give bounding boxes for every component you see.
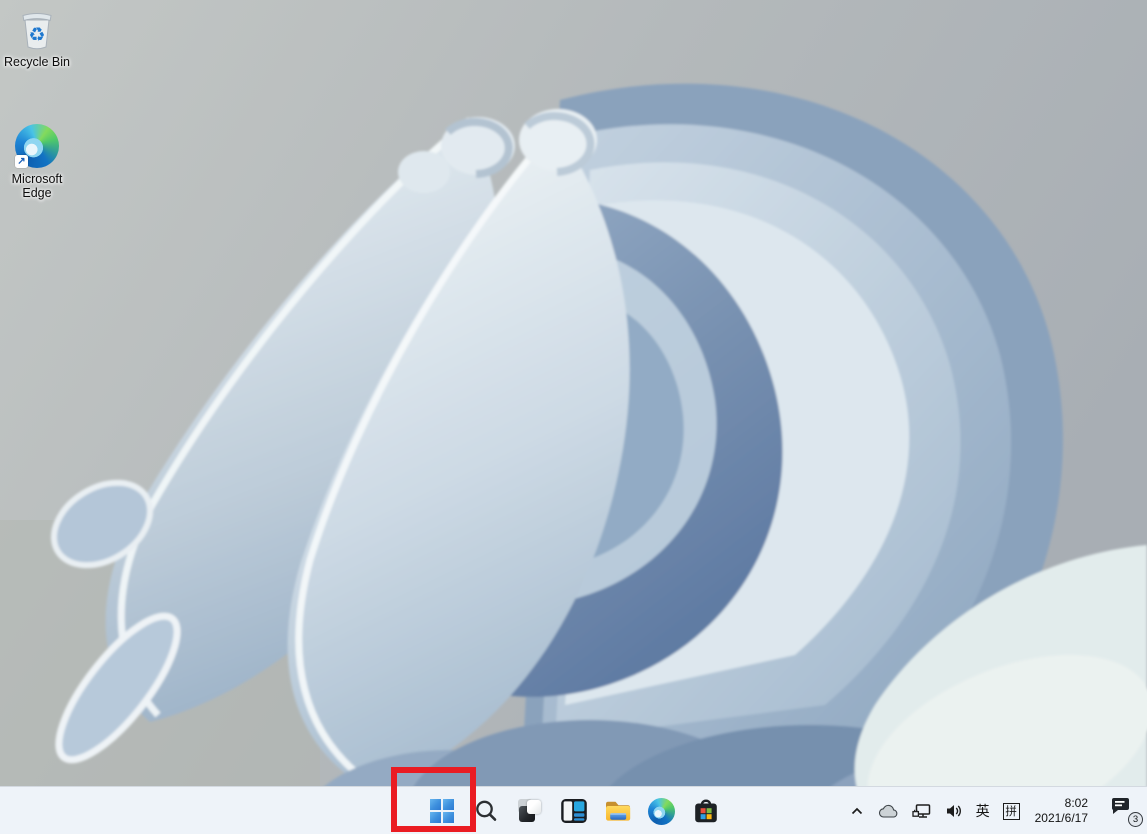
- speaker-icon: [946, 805, 961, 817]
- search-button[interactable]: [466, 791, 506, 831]
- desktop-icon-grid: ♻ Recycle Bin ↗ Microsoft Edge: [0, 2, 74, 214]
- ime-language-label: 英: [975, 804, 990, 820]
- notification-center-button[interactable]: 3: [1107, 794, 1143, 828]
- desktop-icon-label: Recycle Bin: [4, 55, 70, 69]
- hidden-icons-button[interactable]: [847, 802, 867, 820]
- clock-date: 2021/6/17: [1034, 811, 1088, 825]
- edge-swirl-icon: ↗: [14, 123, 60, 169]
- ethernet-icon: [911, 803, 930, 818]
- microsoft-store-button[interactable]: [686, 791, 726, 831]
- taskbar: 英 拼 8:02 2021/6/17 3: [0, 786, 1147, 834]
- svg-text:♻: ♻: [28, 24, 45, 46]
- windows-logo-icon: [429, 799, 454, 823]
- desktop-icon-microsoft-edge[interactable]: ↗ Microsoft Edge: [0, 119, 74, 206]
- volume-button[interactable]: [943, 801, 965, 821]
- chevron-up-icon: [851, 807, 862, 815]
- wallpaper-bloom: [0, 0, 1147, 834]
- onedrive-button[interactable]: [876, 802, 901, 821]
- widgets-button[interactable]: [554, 791, 594, 831]
- edge-browser-button[interactable]: [642, 791, 682, 831]
- widgets-panel-icon: [560, 799, 587, 823]
- ime-language-button[interactable]: 英: [974, 799, 992, 823]
- cloud-icon: [878, 804, 897, 818]
- desktop-icon-recycle-bin[interactable]: ♻ Recycle Bin: [0, 2, 74, 75]
- clock-time: 8:02: [1064, 796, 1088, 810]
- recycle-bin-icon: ♻: [14, 6, 60, 52]
- start-button[interactable]: [422, 791, 462, 831]
- overlapping-squares-icon: [517, 798, 543, 824]
- folder-icon: [605, 801, 630, 821]
- network-button[interactable]: [910, 801, 934, 822]
- taskbar-center-icons: [422, 787, 726, 834]
- clock[interactable]: 8:02 2021/6/17: [1031, 796, 1092, 826]
- file-explorer-button[interactable]: [598, 791, 638, 831]
- shortcut-arrow-icon: ↗: [15, 155, 28, 168]
- task-view-button[interactable]: [510, 791, 550, 831]
- magnifier-icon: [475, 800, 496, 821]
- notification-badge: 3: [1128, 812, 1143, 827]
- ime-mode-button[interactable]: 拼: [1001, 801, 1022, 822]
- desktop-icon-label: Microsoft Edge: [11, 172, 63, 200]
- system-tray: 英 拼 8:02 2021/6/17 3: [847, 787, 1143, 834]
- desktop: ♻ Recycle Bin ↗ Microsoft Edge 英 拼 8:02 …: [0, 0, 1147, 834]
- shopping-bag-icon: [694, 799, 717, 823]
- ime-mode-label: 拼: [1002, 802, 1020, 820]
- edge-swirl-icon: [648, 797, 675, 825]
